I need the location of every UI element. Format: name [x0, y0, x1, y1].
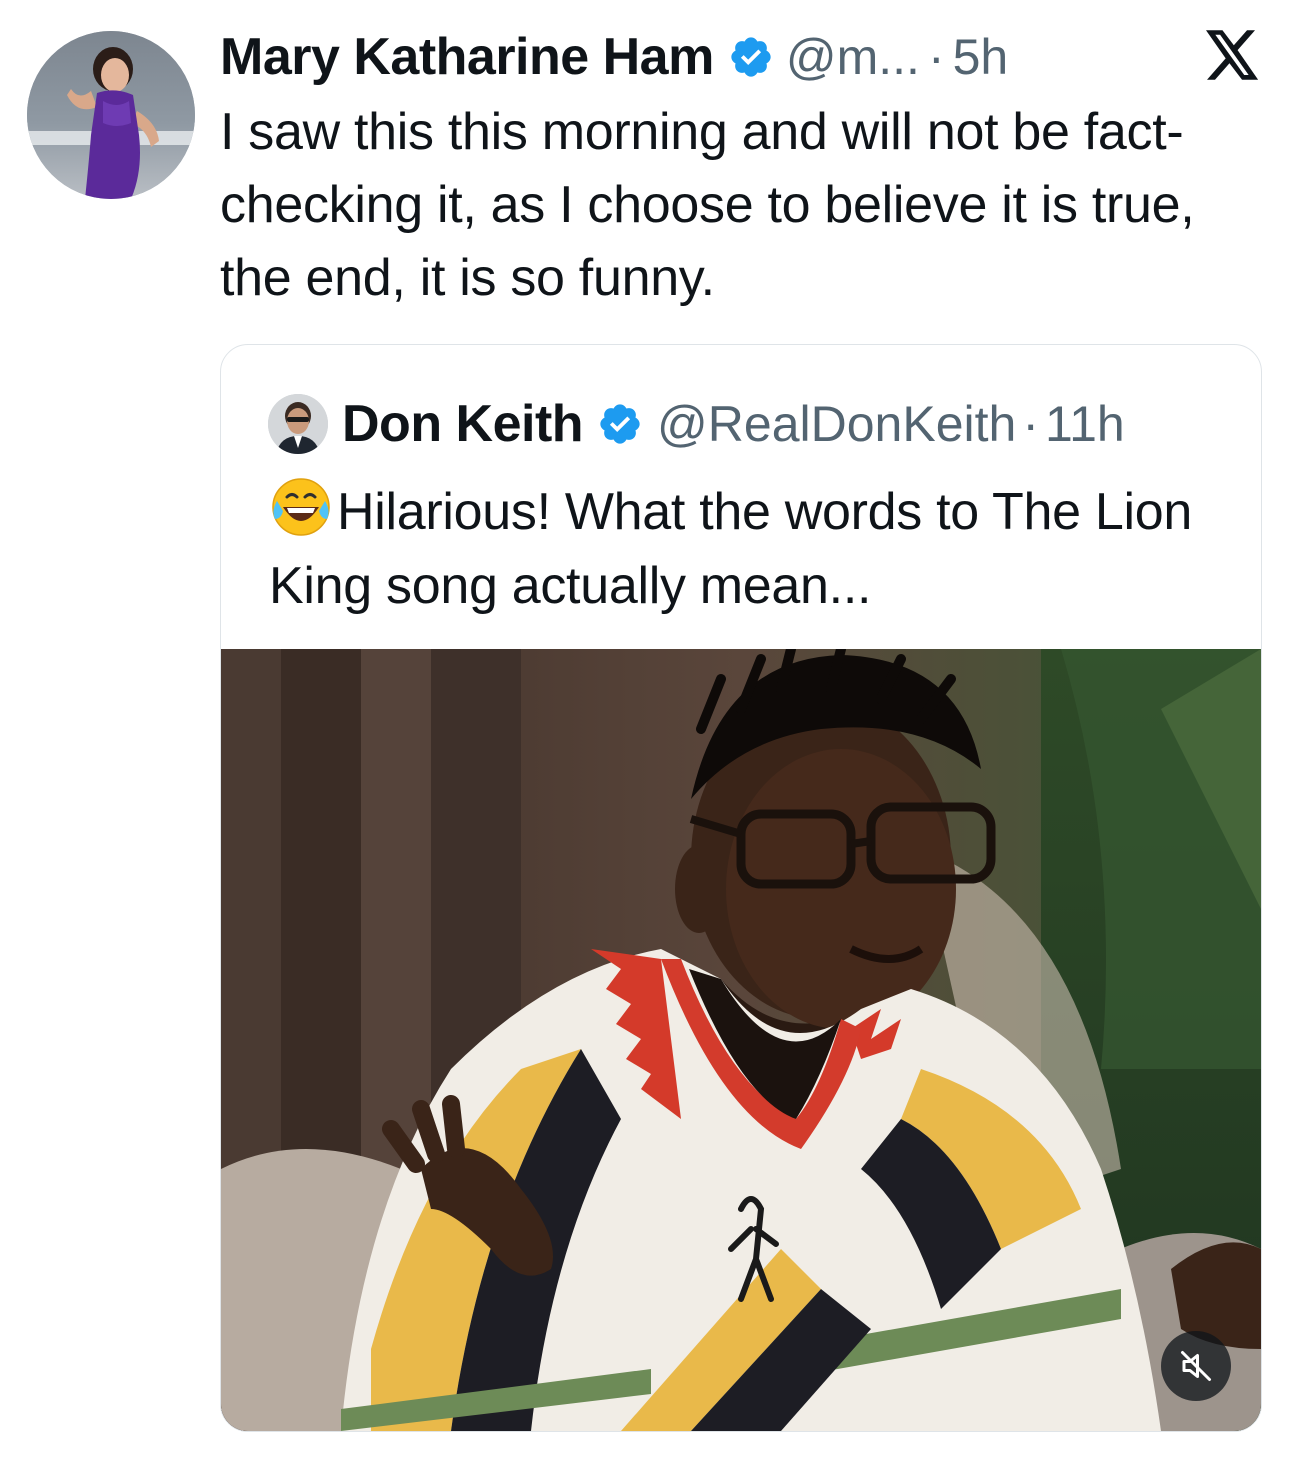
quoted-post-text-body: Hilarious! What the words to The Lion Ki… — [269, 483, 1193, 615]
post: Mary Katharine Ham @m... · 5h I saw this… — [0, 0, 1290, 1469]
quoted-post-card[interactable]: Don Keith @RealDonKeith · 11h Hilarious!… — [220, 344, 1262, 1432]
x-logo-icon — [1206, 30, 1260, 80]
speaker-muted-icon — [1181, 1351, 1211, 1381]
separator-dot: · — [927, 29, 945, 85]
video-player[interactable] — [221, 649, 1261, 1431]
post-header: Mary Katharine Ham @m... · 5h — [220, 22, 1008, 92]
separator-dot: · — [1022, 396, 1039, 452]
quoted-post-time[interactable]: 11h — [1045, 395, 1125, 453]
author-handle[interactable]: @m... — [786, 28, 920, 86]
mute-button[interactable] — [1161, 1331, 1231, 1401]
quoted-author-name[interactable]: Don Keith — [342, 394, 584, 454]
post-text: I saw this this morning and will not be … — [220, 103, 1195, 307]
quoted-post-header: Don Keith @RealDonKeith · 11h — [268, 389, 1125, 459]
video-thumbnail — [221, 649, 1261, 1431]
author-avatar[interactable] — [27, 31, 195, 199]
laughing-tears-emoji-icon — [269, 475, 333, 539]
post-time[interactable]: 5h — [953, 28, 1009, 86]
quoted-post-text: Hilarious! What the words to The Lion Ki… — [269, 475, 1229, 623]
author-name[interactable]: Mary Katharine Ham — [220, 27, 714, 87]
quoted-author-handle[interactable]: @RealDonKeith — [657, 395, 1016, 453]
verified-badge-icon — [728, 34, 774, 80]
quoted-author-avatar — [268, 394, 328, 454]
verified-badge-icon — [597, 401, 643, 447]
